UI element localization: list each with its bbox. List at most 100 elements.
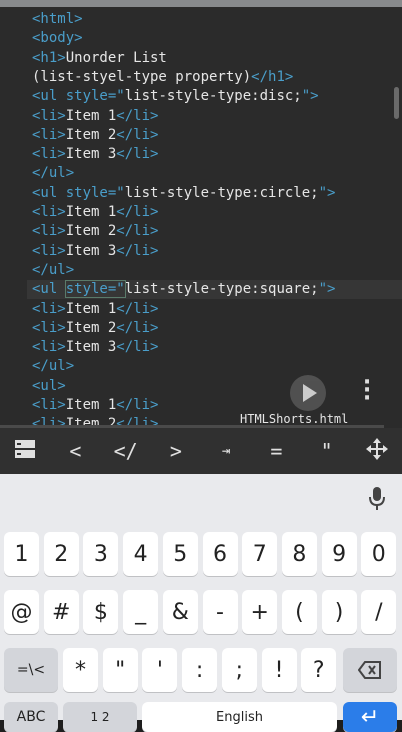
code-line[interactable]: 11<li>Item 1</li> [0,203,402,222]
code-text: </ul> [32,261,74,280]
code-token: </li> [116,146,159,163]
key-symbol[interactable]: ! [261,648,297,692]
code-line[interactable]: 5<ul style="list-style-type:disc;"> [0,87,402,106]
code-text: <ul style="list-style-type:circle;"> [32,184,335,203]
key-symbol[interactable]: & [162,590,198,634]
code-line[interactable]: 17<li>Item 2</li> [0,319,402,338]
key-symbol[interactable]: ( [281,590,317,634]
symbols-page-key[interactable]: =\< [4,648,58,692]
code-token: "> [318,184,336,201]
key-symbol[interactable]: $ [83,590,119,634]
key-symbol[interactable]: ; [221,648,257,692]
code-line[interactable]: 1<html> [0,10,402,29]
code-token: Unorder List [65,49,167,66]
toolbar-quote-button[interactable]: " [302,439,352,463]
code-token: <li> [32,223,66,240]
toolbar-gt-button[interactable]: > [151,439,201,463]
toolbar-lt-button[interactable]: < [50,439,100,463]
abc-key[interactable]: ABC [4,702,58,732]
key-3[interactable]: 3 [83,532,119,576]
code-line[interactable]: 15<ul style="list-style-type:square;"> [0,280,402,300]
code-editor[interactable]: 22<li>Item 2</li>21<li>Item 1</li>20<ul>… [0,7,402,428]
key-symbol[interactable]: ) [321,590,357,634]
space-key[interactable]: English [142,702,337,732]
key-8[interactable]: 8 [281,532,317,576]
code-line[interactable]: 3<h1>Unorder List [0,49,402,68]
key-7[interactable]: 7 [242,532,278,576]
code-token: <li> [32,107,66,124]
code-token: Item 3 [65,146,117,163]
code-line[interactable]: 2<body> [0,29,402,48]
key-symbol[interactable]: + [242,590,278,634]
code-line[interactable]: 16<li>Item 1</li> [0,300,402,319]
code-text: </ul> [32,164,74,183]
toolbar-close-tag-button[interactable]: </ [101,439,151,463]
code-text: <ul style="list-style-type:square;"> [32,280,335,299]
run-button[interactable] [290,375,326,411]
toolbar-tab-button[interactable]: ⇥ [201,443,251,459]
key-symbol[interactable]: - [202,590,238,634]
enter-key[interactable]: ↵ [343,702,397,732]
key-symbol[interactable]: ? [301,648,337,692]
code-token: <li> [32,339,66,356]
key-symbol[interactable]: ' [142,648,178,692]
code-token: (list-styel-type property) [32,68,252,85]
code-token: <li> [32,242,66,259]
code-token: Item 3 [65,339,117,356]
code-line[interactable]: 9</ul> [0,164,402,183]
code-line[interactable]: 6<li>Item 1</li> [0,107,402,126]
key-0[interactable]: 0 [361,532,397,576]
code-token: </ul> [32,358,75,375]
menu-icon[interactable] [0,438,50,465]
code-text: <li>Item 3</li> [32,242,158,261]
key-symbol[interactable]: : [182,648,218,692]
code-line[interactable]: 20<ul> [0,377,402,396]
code-line[interactable]: 4(list-styel-type property)</h1> [0,68,402,87]
code-token: </ul> [32,261,75,278]
key-symbol[interactable]: # [43,590,79,634]
code-text: <li>Item 3</li> [32,338,158,357]
microphone-icon[interactable] [367,486,387,512]
more-options-icon[interactable]: · · · [360,372,374,410]
key-symbol[interactable]: * [63,648,98,692]
key-symbol[interactable]: " [102,648,138,692]
code-token: list-style-type:square; [124,281,319,298]
code-token: </li> [116,107,159,124]
code-line[interactable]: 10<ul style="list-style-type:circle;"> [0,184,402,203]
key-symbol[interactable]: @ [4,590,39,634]
code-line[interactable]: 18<li>Item 3</li> [0,338,402,357]
key-5[interactable]: 5 [162,532,198,576]
code-line[interactable]: 8<li>Item 3</li> [0,145,402,164]
code-text: </ul> [32,357,74,376]
key-9[interactable]: 9 [321,532,357,576]
move-icon[interactable] [352,437,402,466]
numbers-key[interactable]: 1 2 [63,702,137,732]
code-token: </li> [116,126,159,143]
code-token: </li> [116,397,159,413]
code-token: style=" [64,280,126,299]
code-token: <ul [32,281,66,298]
code-line[interactable]: 14</ul> [0,261,402,280]
code-text: <li>Item 1</li> [32,300,158,319]
code-token: Item 2 [65,319,117,336]
key-symbol[interactable]: _ [123,590,159,634]
code-line[interactable]: 12<li>Item 2</li> [0,222,402,241]
key-6[interactable]: 6 [202,532,238,576]
code-text: <ul style="list-style-type:disc;"> [32,87,319,106]
code-line[interactable]: 13<li>Item 3</li> [0,242,402,261]
code-token: <h1> [32,49,66,66]
code-token: </li> [116,300,159,317]
key-4[interactable]: 4 [123,532,159,576]
code-text: <li>Item 1</li> [32,107,158,126]
backspace-key[interactable] [343,648,397,692]
key-2[interactable]: 2 [43,532,79,576]
key-symbol[interactable]: / [361,590,397,634]
code-text: <li>Item 1</li> [32,396,158,415]
code-text: <li>Item 1</li> [32,203,158,222]
key-1[interactable]: 1 [4,532,39,576]
toolbar-equals-button[interactable]: = [251,439,301,463]
vertical-scrollbar[interactable] [394,87,399,119]
code-line[interactable]: 7<li>Item 2</li> [0,126,402,145]
code-line[interactable]: 19</ul> [0,357,402,376]
code-token: "> [318,281,336,298]
